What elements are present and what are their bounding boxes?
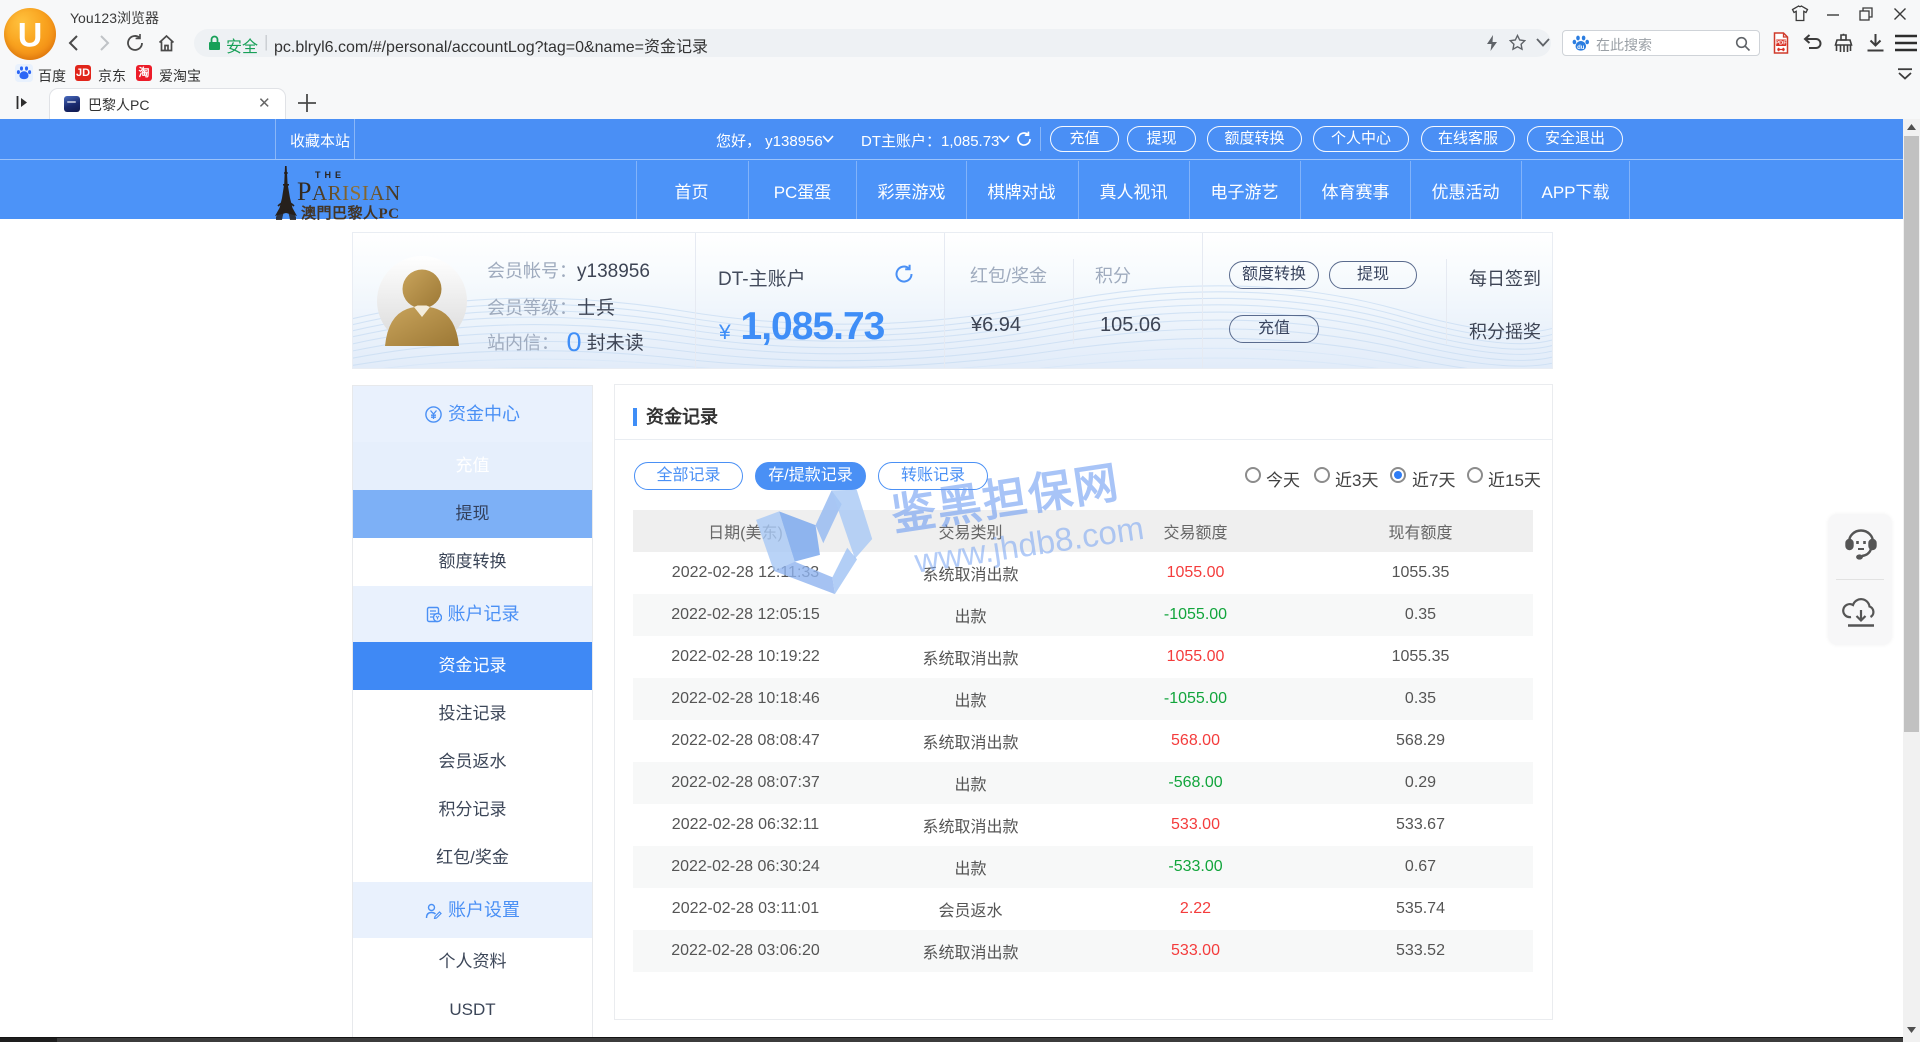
svg-text:du: du: [1577, 45, 1585, 51]
svg-text:PDF: PDF: [1775, 41, 1787, 47]
